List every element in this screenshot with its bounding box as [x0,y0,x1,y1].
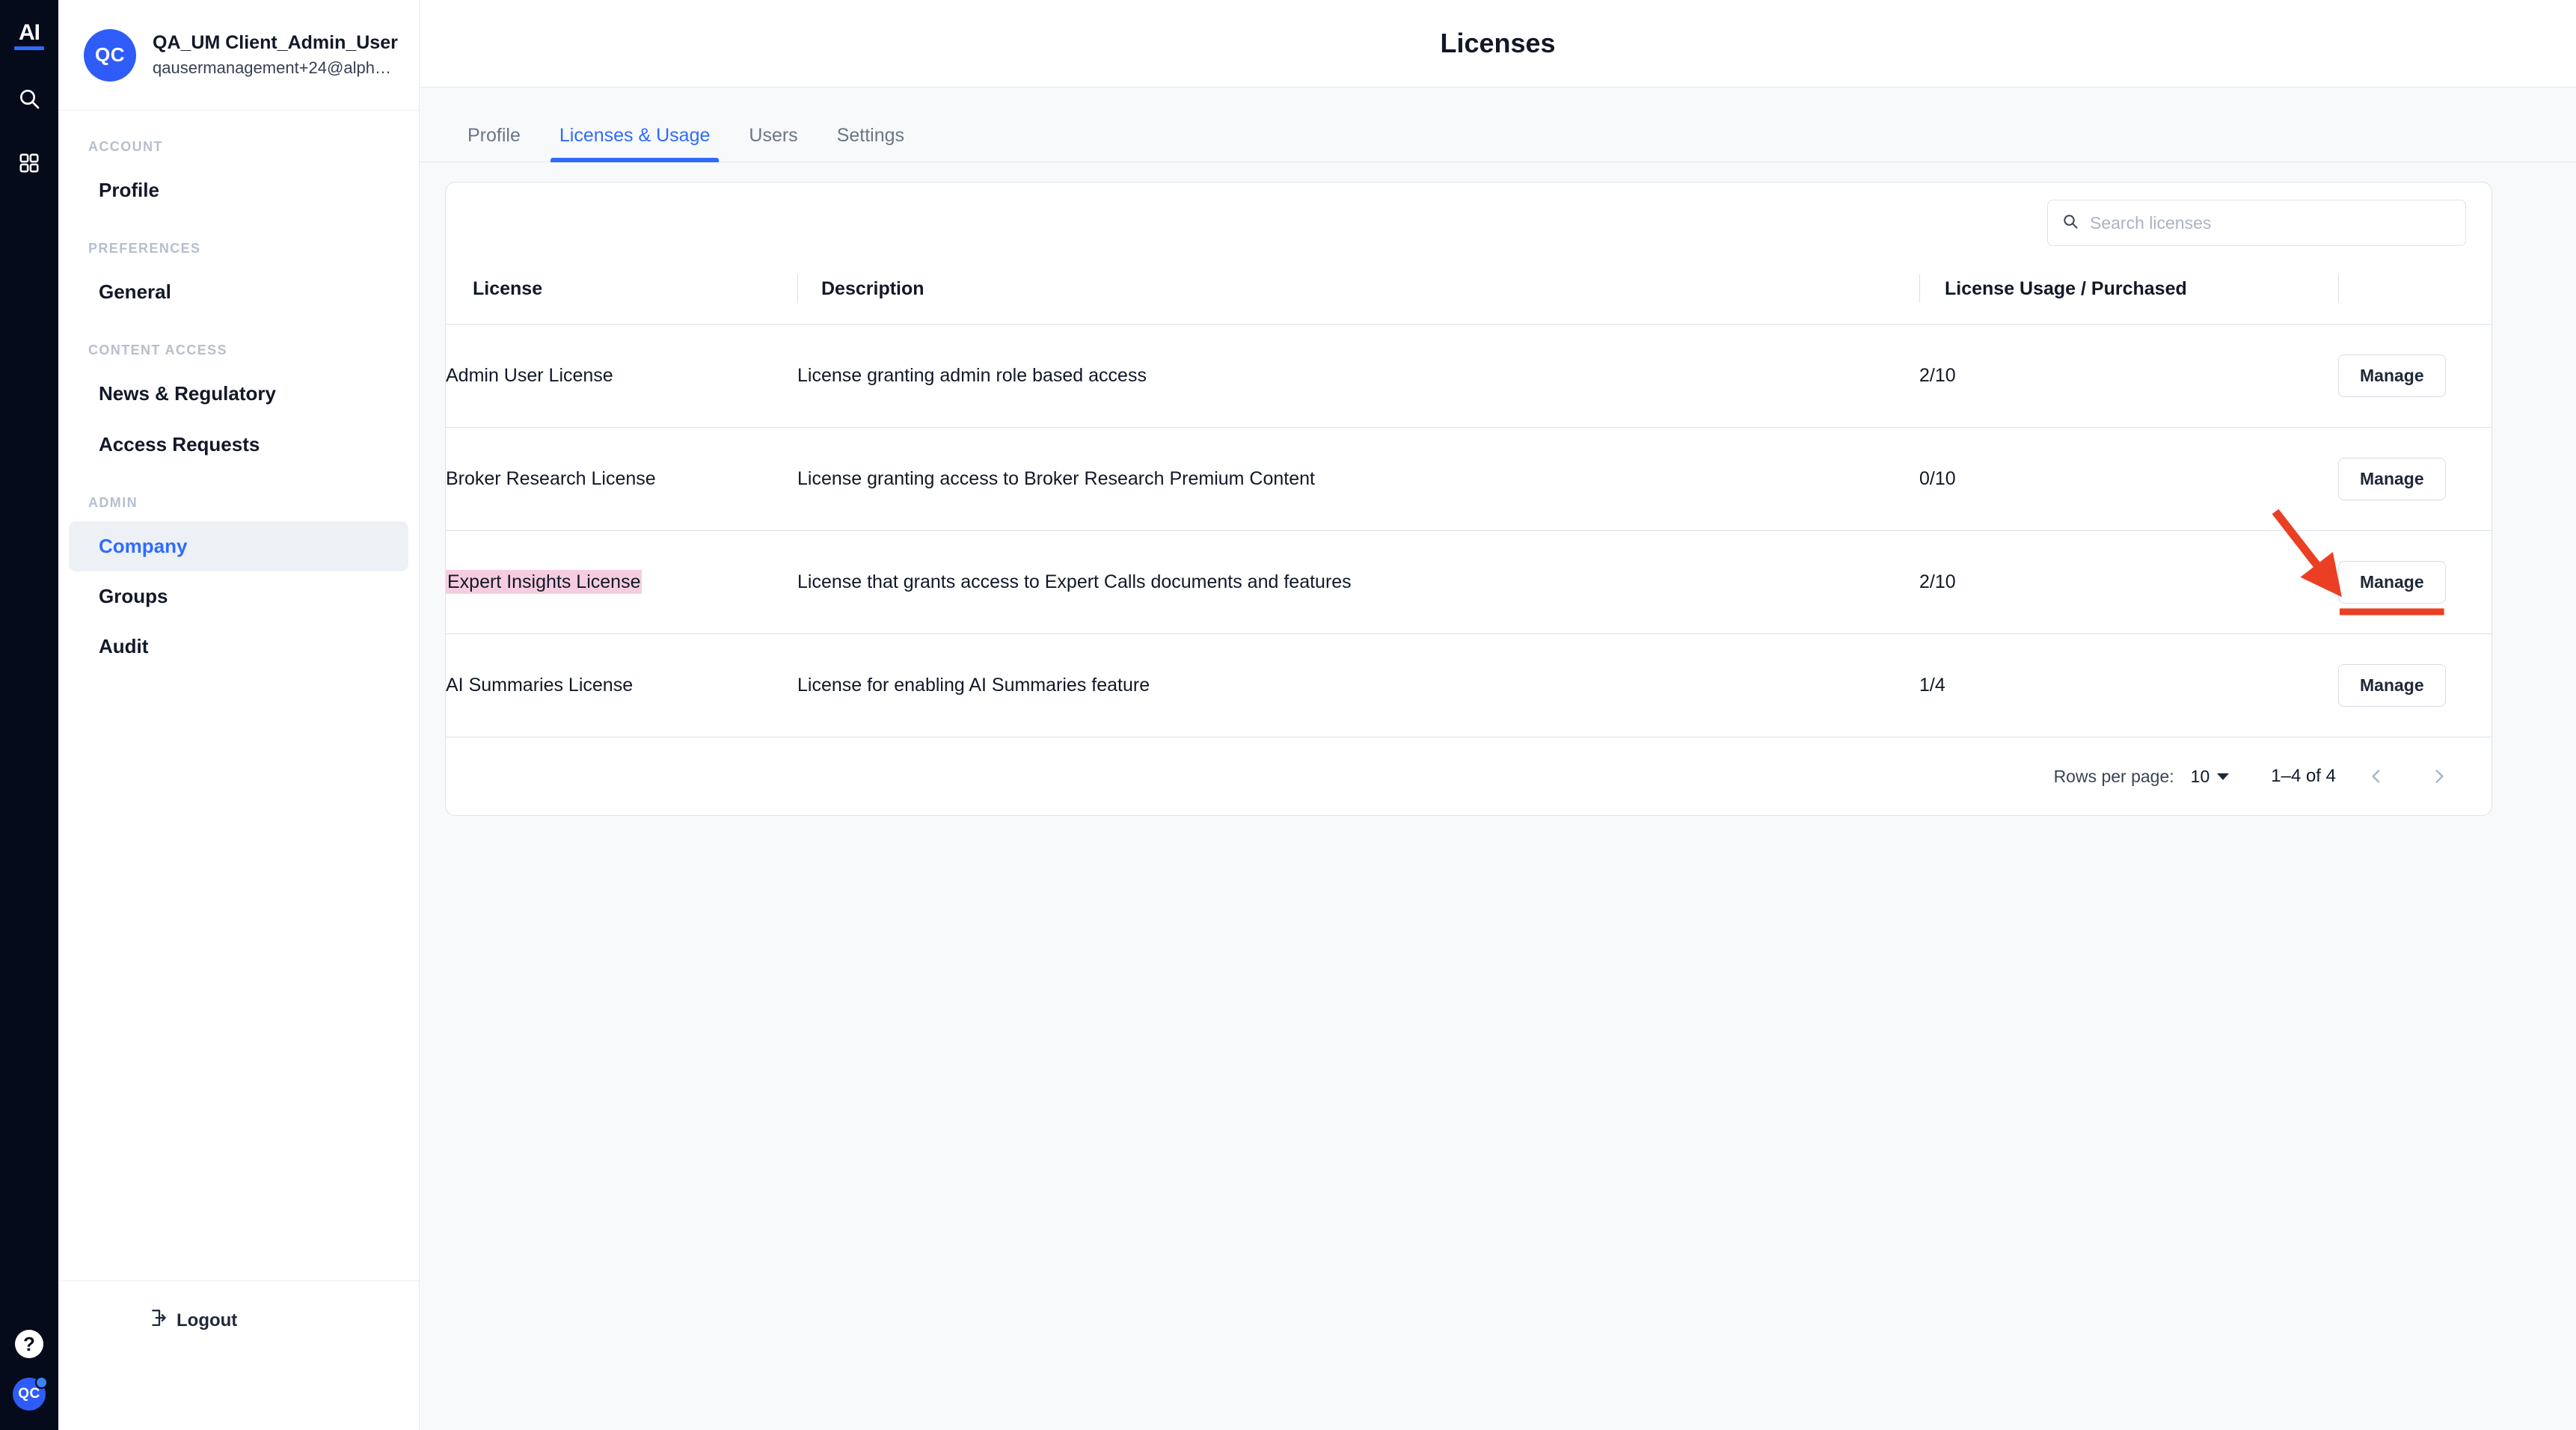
logout-button[interactable]: Logout [58,1308,419,1333]
cell-license-name: Admin User License [446,324,797,428]
column-header-usage-label: License Usage / Purchased [1945,278,2187,299]
tab-bar: Profile Licenses & Usage Users Settings [420,88,2576,162]
tab-profile[interactable]: Profile [448,126,540,162]
rows-per-page-value: 10 [2190,766,2210,786]
table-row: AI Summaries License License for enablin… [446,633,2491,737]
help-icon[interactable]: ? [15,1330,43,1358]
cell-license-name: Broker Research License [446,427,797,531]
sidebar-section-account: ACCOUNT [88,139,163,154]
main-area: Licenses Profile Licenses & Usage Users … [420,0,2576,1430]
alphasense-logo[interactable]: AI [11,18,47,54]
column-header-actions [2338,263,2491,325]
avatar: QC [84,28,136,82]
search-input[interactable] [2090,212,2452,233]
pagination-range: 1–4 of 4 [2271,766,2336,786]
manage-button[interactable]: Manage [2338,355,2446,397]
logout-icon [150,1308,169,1333]
table-body: Admin User License License granting admi… [446,324,2491,737]
column-divider [797,274,798,303]
rail-user-avatar[interactable]: QC [13,1376,48,1411]
rows-per-page-label: Rows per page: [2053,766,2174,786]
manage-button[interactable]: Manage [2338,458,2446,500]
cell-action: Manage [2338,633,2491,737]
table-header-row: License Description License Usage / Purc… [446,263,2491,325]
search-icon[interactable] [10,79,49,118]
previous-page-button[interactable] [2354,754,2399,799]
cell-description: License that grants access to Expert Cal… [797,530,1919,634]
page-title: Licenses [1440,28,1556,58]
sidebar-item-company[interactable]: Company [69,521,408,571]
table-row: Admin User License License granting admi… [446,324,2491,428]
column-header-license-usage[interactable]: License Usage / Purchased [1919,263,2338,325]
tab-licenses-usage[interactable]: Licenses & Usage [540,126,730,162]
rail-bottom-group: ? QC [0,1330,58,1411]
search-icon [2061,212,2079,234]
avatar-status-badge [35,1376,48,1389]
pagination-bar: Rows per page: 10 1–4 of 4 [446,737,2491,815]
logout-label: Logout [177,1310,238,1331]
content-area: License Description License Usage / Purc… [420,162,2576,1430]
licenses-table: License Description License Usage / Purc… [446,263,2491,737]
sidebar-footer: Logout [58,1280,419,1430]
column-header-description[interactable]: Description [797,263,1919,325]
sidebar-item-news-regulatory[interactable]: News & Regulatory [69,369,408,419]
apps-grid-icon[interactable] [10,144,49,182]
column-divider [1919,274,1920,303]
column-header-license[interactable]: License [446,263,797,325]
cell-usage: 2/10 [1919,530,2338,634]
manage-button[interactable]: Manage [2338,664,2446,707]
rail-avatar-initials: QC [18,1386,40,1402]
user-email: qausermanagement+24@alpha-sense.... [153,58,396,77]
page-header: Licenses [420,0,2576,88]
sidebar-nav: ACCOUNT Profile PREFERENCES General CONT… [58,111,419,1280]
table-head: License Description License Usage / Purc… [446,263,2491,325]
sidebar-item-profile[interactable]: Profile [69,165,408,215]
table-row: Expert Insights License License that gra… [446,530,2491,634]
next-page-button[interactable] [2417,754,2462,799]
sidebar-item-general[interactable]: General [69,267,408,317]
column-header-description-label: Description [821,278,924,299]
logo-text: AI [19,20,40,45]
cell-action: Manage [2338,324,2491,428]
cell-usage: 2/10 [1919,324,2338,428]
tab-settings[interactable]: Settings [818,126,924,162]
cell-action: Manage [2338,530,2491,634]
sidebar-section-content-access: CONTENT ACCESS [88,343,227,358]
tab-users[interactable]: Users [729,126,817,162]
manage-button[interactable]: Manage [2338,561,2446,604]
cell-description: License for enabling AI Summaries featur… [797,633,1919,737]
cell-description: License granting admin role based access [797,324,1919,428]
sidebar-user-text: QA_UM Client_Admin_User qausermanagement… [153,31,398,79]
app-root: AI ? QC QC QA_UM Client_Admin_User qause… [0,0,2576,1430]
cell-action: Manage [2338,427,2491,531]
app-rail: AI ? QC [0,0,58,1430]
sidebar-item-access-requests[interactable]: Access Requests [69,420,408,470]
cell-usage: 1/4 [1919,633,2338,737]
licenses-card: License Description License Usage / Purc… [445,182,2492,816]
cell-license-name: Expert Insights License [446,530,797,634]
user-name: QA_UM Client_Admin_User [153,31,398,53]
table-row: Broker Research License License granting… [446,427,2491,531]
cell-license-name: AI Summaries License [446,633,797,737]
cell-usage: 0/10 [1919,427,2338,531]
settings-sidebar: QC QA_UM Client_Admin_User qausermanagem… [58,0,420,1430]
sidebar-section-admin: ADMIN [88,494,138,510]
sidebar-user-card[interactable]: QC QA_UM Client_Admin_User qausermanagem… [58,0,419,111]
cell-description: License granting access to Broker Resear… [797,427,1919,531]
chevron-down-icon [2217,773,2230,780]
highlighted-license-name: Expert Insights License [446,569,643,594]
sidebar-section-preferences: PREFERENCES [88,241,201,257]
card-toolbar [446,182,2491,263]
logo-underline-bar [14,46,44,50]
rows-per-page-select[interactable]: 10 [2191,767,2230,787]
column-divider [2338,274,2339,303]
sidebar-item-audit[interactable]: Audit [69,622,408,672]
search-licenses-box[interactable] [2047,200,2466,246]
sidebar-item-groups[interactable]: Groups [69,571,408,622]
